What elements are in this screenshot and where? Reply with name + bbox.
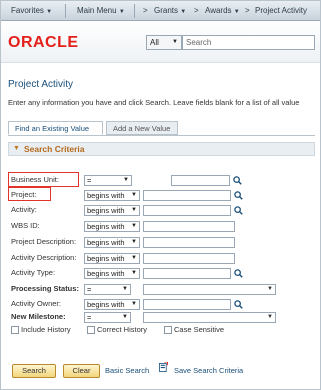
chevron-down-icon: ▼ [122,286,128,292]
save-search-criteria-link[interactable]: Save Search Criteria [174,366,243,375]
activity-operator[interactable]: begins with ▼ [84,205,140,216]
chevron-down-icon: ▼ [180,9,187,15]
activity-type-label: Activity Type: [11,268,56,277]
business-unit-operator[interactable]: = ▼ [84,175,132,186]
project-description-operator[interactable]: begins with ▼ [84,237,140,248]
activity-description-label: Activity Description: [11,253,77,262]
new-milestone-select[interactable]: ▼ [143,312,276,323]
processing-status-select[interactable]: ▼ [143,284,276,295]
search-criteria-title: Search Criteria [24,144,85,154]
magnifier-icon[interactable] [234,191,243,200]
tab-add-new[interactable]: Add a New Value [106,121,178,135]
chevron-down-icon: ▼ [131,270,137,276]
activity-owner-operator[interactable]: begins with ▼ [84,299,140,310]
activity-input[interactable] [143,205,231,216]
breadcrumb-project-activity[interactable]: Project Activity [255,6,307,15]
brand-bar: ORACLE All ▼ Search [1,21,320,63]
new-milestone-operator[interactable]: = ▼ [84,312,131,323]
breadcrumb-sep: > [245,6,250,15]
magnifier-icon[interactable] [234,300,243,309]
search-criteria-header[interactable]: ▼ Search Criteria [8,142,315,156]
chevron-down-icon: ▼ [118,9,125,15]
chevron-down-icon: ▼ [131,192,137,198]
processing-status-operator[interactable]: = ▼ [84,284,131,295]
activity-label: Activity: [11,205,37,214]
chevron-down-icon: ▼ [131,223,137,229]
breadcrumb-sep: > [194,6,199,15]
breadcrumb-grants[interactable]: Grants ▼ [154,6,186,15]
chevron-down-icon: ▼ [267,286,273,292]
activity-type-input[interactable] [143,268,231,279]
tab-find-existing[interactable]: Find an Existing Value [8,121,103,135]
favorites-menu[interactable]: Favorites ▼ [11,6,52,15]
include-history-label: Include History [21,325,71,334]
business-unit-label: Business Unit: [11,175,59,184]
nav-divider [65,4,66,18]
include-history-checkbox[interactable] [11,326,19,334]
activity-description-input[interactable] [143,253,235,264]
magnifier-icon[interactable] [234,269,243,278]
magnifier-icon[interactable] [233,176,242,185]
global-search-input[interactable]: Search [182,35,315,50]
wbs-id-input[interactable] [143,221,235,232]
case-sensitive-label: Case Sensitive [174,325,225,334]
save-criteria-icon[interactable] [159,362,168,372]
correct-history-label: Correct History [97,325,148,334]
project-label: Project: [11,190,37,199]
breadcrumb-awards[interactable]: Awards ▼ [205,6,240,15]
activity-description-operator[interactable]: begins with ▼ [84,253,140,264]
chevron-down-icon: ▼ [123,177,129,183]
chevron-down-icon: ▼ [131,255,137,261]
chevron-down-icon: ▼ [122,314,128,320]
chevron-down-icon: ▼ [233,9,240,15]
project-description-input[interactable] [143,237,235,248]
search-scope-select[interactable]: All ▼ [146,35,182,50]
activity-owner-label: Activity Owner: [11,299,62,308]
activity-type-operator[interactable]: begins with ▼ [84,268,140,279]
project-description-label: Project Description: [11,237,77,246]
clear-button[interactable]: Clear [63,364,100,378]
breadcrumb-sep: > [143,6,148,15]
nav-divider [134,4,135,18]
new-milestone-label: New Milestone: [11,312,66,321]
correct-history-checkbox[interactable] [87,326,95,334]
activity-owner-input[interactable] [143,299,231,310]
tab-underline [8,135,315,136]
project-input[interactable] [143,190,231,201]
business-unit-input[interactable] [171,175,230,186]
page-instructions: Enter any information you have and click… [8,98,300,107]
processing-status-label: Processing Status: [11,284,79,293]
chevron-down-icon: ▼ [131,301,137,307]
wbs-id-label: WBS ID: [11,221,40,230]
case-sensitive-checkbox[interactable] [164,326,172,334]
chevron-down-icon: ▼ [172,39,178,45]
page-title: Project Activity [8,79,74,90]
collapse-triangle-icon: ▼ [13,145,20,152]
chevron-down-icon: ▼ [267,314,273,320]
basic-search-link[interactable]: Basic Search [105,366,149,375]
chevron-down-icon: ▼ [131,239,137,245]
wbs-id-operator[interactable]: begins with ▼ [84,221,140,232]
oracle-logo: ORACLE [8,34,79,51]
project-operator[interactable]: begins with ▼ [84,190,140,201]
top-nav-bar: Favorites ▼ Main Menu ▼ > Grants ▼ > Awa… [1,1,320,21]
chevron-down-icon: ▼ [46,9,53,15]
magnifier-icon[interactable] [234,206,243,215]
chevron-down-icon: ▼ [131,207,137,213]
main-menu[interactable]: Main Menu ▼ [77,6,125,15]
search-button[interactable]: Search [12,364,56,378]
